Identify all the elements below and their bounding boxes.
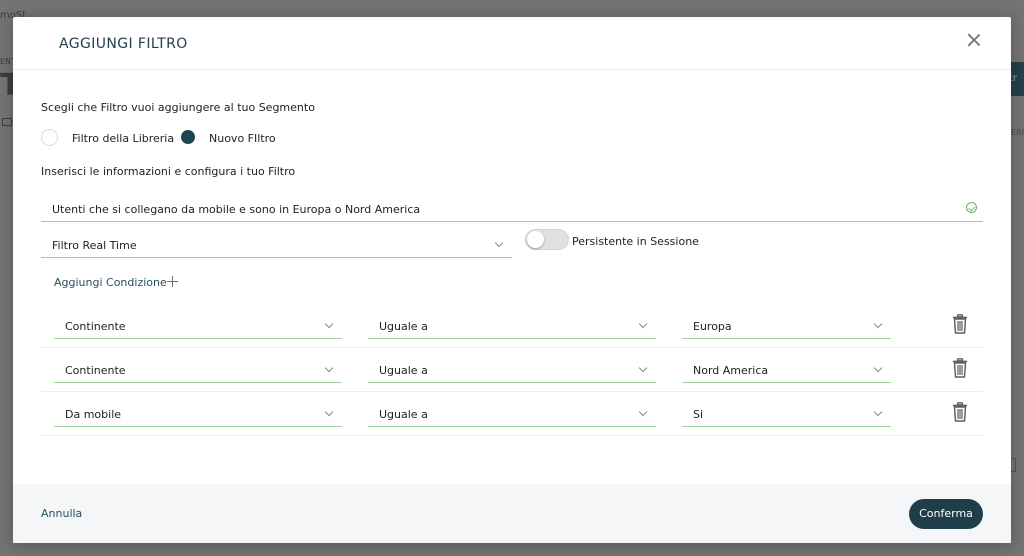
modal-header: AGGIUNGI FILTRO [13,17,1011,70]
condition-value-select[interactable]: Europa [682,314,891,339]
background-column-header: ERI [1011,128,1024,137]
modal-title: AGGIUNGI FILTRO [59,36,188,52]
condition-field-select[interactable]: Da mobile [54,402,342,427]
chevron-down-icon [324,363,334,373]
condition-operator-select[interactable]: Uguale a [368,358,656,383]
chevron-down-icon [324,319,334,329]
condition-operator-select[interactable]: Uguale a [368,314,656,339]
condition-field-select[interactable]: Continente [54,314,342,339]
radio-library-filter[interactable] [41,129,58,146]
monitor-icon [2,118,12,126]
radio-library-filter-label: Filtro della Libreria [72,132,175,145]
chevron-down-icon [873,363,883,373]
filter-type-select[interactable]: Filtro Real Time [41,233,512,258]
filter-description-input[interactable]: Utenti che si collegano da mobile e sono… [41,197,983,222]
trash-icon[interactable] [952,402,968,422]
condition-field-value: Continente [65,320,126,333]
confirm-button[interactable]: Conferma [909,499,983,529]
trash-icon[interactable] [952,314,968,334]
condition-row: Da mobile Uguale a Si [41,392,983,436]
plus-icon[interactable] [167,276,178,287]
chevron-down-icon [873,319,883,329]
condition-field-value: Continente [65,364,126,377]
condition-value-value: Nord America [693,364,769,377]
filter-description-value: Utenti che si collegano da mobile e sono… [52,203,421,216]
condition-row: Continente Uguale a Europa [41,304,983,348]
chevron-down-icon [873,407,883,417]
condition-value-select[interactable]: Si [682,402,891,427]
filter-source-question: Scegli che Filtro vuoi aggiungere al tuo… [41,101,315,114]
chevron-down-icon [324,407,334,417]
modal-footer: Annulla Conferma [13,484,1011,543]
persistent-session-toggle[interactable] [525,229,569,250]
add-filter-modal: AGGIUNGI FILTRO Scegli che Filtro vuoi a… [13,17,1011,543]
condition-value-value: Si [693,408,704,421]
check-circle-icon [966,202,977,213]
condition-operator-select[interactable]: Uguale a [368,402,656,427]
cancel-button[interactable]: Annulla [41,507,82,520]
chevron-down-icon [494,238,504,248]
close-icon[interactable] [965,31,983,49]
radio-new-filter[interactable] [181,130,195,144]
condition-field-value: Da mobile [65,408,122,421]
chevron-down-icon [638,363,648,373]
trash-icon[interactable] [952,358,968,378]
condition-field-select[interactable]: Continente [54,358,342,383]
radio-new-filter-label: Nuovo FIltro [209,132,276,145]
add-condition-button[interactable]: Aggiungi Condizione [54,276,167,289]
condition-row: Continente Uguale a Nord America [41,348,983,392]
chevron-down-icon [638,319,648,329]
condition-operator-value: Uguale a [379,408,428,421]
persistent-session-label: Persistente in Sessione [572,235,699,248]
filter-info-instruction: Inserisci le informazioni e configura i … [41,165,296,178]
filter-type-value: Filtro Real Time [52,239,137,252]
chevron-down-icon [638,407,648,417]
toggle-knob [527,231,544,248]
condition-value-value: Europa [693,320,732,333]
condition-operator-value: Uguale a [379,320,428,333]
condition-value-select[interactable]: Nord America [682,358,891,383]
condition-operator-value: Uguale a [379,364,428,377]
